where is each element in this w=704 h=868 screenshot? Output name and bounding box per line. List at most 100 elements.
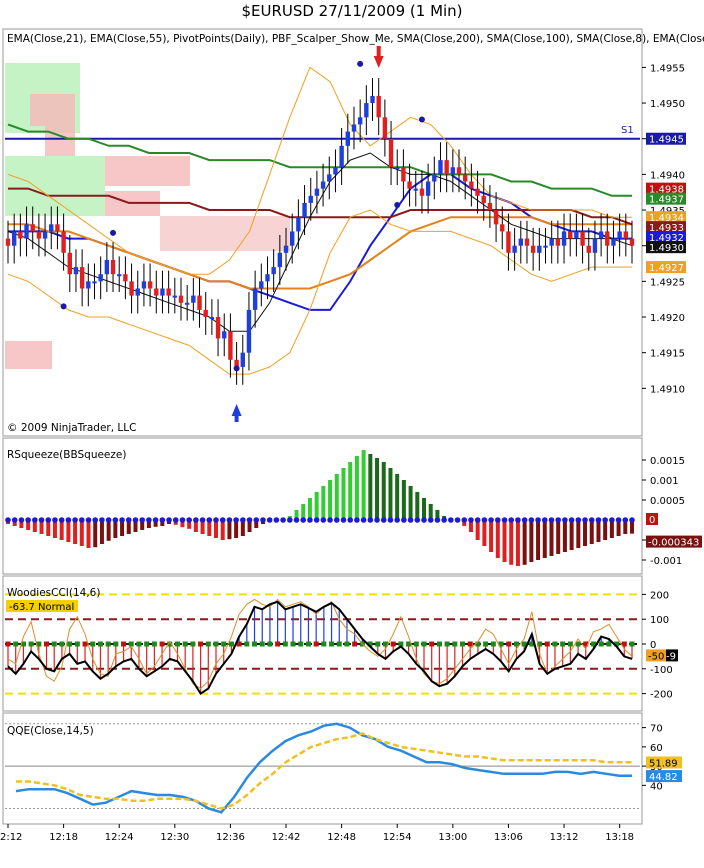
squeeze-dot: [52, 517, 58, 523]
squeeze-dot: [206, 517, 213, 523]
squeeze-ytick-label: 0.0005: [650, 496, 685, 507]
candle-body: [530, 245, 536, 253]
squeeze-dot: [199, 517, 206, 523]
candle-body: [67, 252, 72, 275]
squeeze-bar: [562, 520, 567, 552]
cci-zero-marker: [105, 641, 111, 647]
price-ytick-label: 1.4940: [650, 170, 685, 181]
cci-zero-marker: [44, 641, 50, 647]
squeeze-bar: [596, 520, 601, 542]
cci-zero-marker: [13, 641, 19, 647]
squeeze-dot: [159, 517, 166, 523]
squeeze-bar: [556, 520, 561, 554]
squeeze-dot: [401, 517, 407, 523]
candle-body: [351, 124, 357, 132]
cci-zero-marker: [221, 641, 227, 647]
candle-body: [364, 103, 369, 118]
squeeze-dot: [595, 517, 602, 523]
squeeze-bar: [375, 458, 380, 520]
qqe-title: QQE(Close,14,5): [7, 725, 94, 737]
candle-body: [191, 295, 196, 303]
candle-body: [543, 245, 548, 248]
candle-body: [246, 309, 252, 353]
squeeze-dot: [253, 517, 260, 523]
squeeze-dot: [38, 517, 45, 523]
squeeze-dot: [260, 517, 266, 523]
candle-body: [147, 281, 153, 289]
pivot-s1-label: S1: [621, 125, 634, 136]
cci-ytick-label: 100: [650, 615, 669, 626]
candle-body: [438, 160, 443, 175]
cci-zero-marker: [436, 641, 442, 647]
cci-zero-marker: [606, 641, 612, 647]
cci-zero-marker: [151, 641, 157, 647]
copyright-label: © 2009 NinjaTrader, LLC: [7, 422, 136, 434]
squeeze-bar: [354, 456, 359, 520]
candle-body: [49, 224, 54, 232]
squeeze-dot: [72, 517, 78, 523]
x-tick-label: 12:36: [216, 832, 245, 843]
candle-body: [252, 288, 258, 310]
qqe-ytick-label: 70: [650, 724, 663, 735]
pivot-dot-icon: [60, 303, 67, 310]
squeeze-bar: [495, 520, 500, 558]
cci-zero-marker: [444, 641, 450, 647]
squeeze-dot: [461, 517, 468, 523]
squeeze-bar: [66, 520, 71, 542]
cci-zero-marker: [344, 641, 350, 647]
candle-body: [450, 167, 456, 175]
squeeze-bar: [489, 520, 494, 552]
zone-rect-4: [105, 156, 190, 186]
candle-body: [184, 302, 190, 305]
pivot-dot-icon: [357, 60, 364, 67]
candle-body: [24, 224, 29, 239]
squeeze-bar: [589, 520, 594, 544]
candle-body: [580, 231, 585, 246]
squeeze-dot: [495, 517, 501, 523]
squeeze-dot: [273, 517, 280, 523]
squeeze-dot: [588, 517, 595, 523]
zone-rect-6: [160, 216, 290, 251]
candle-body: [419, 188, 425, 196]
candle-body: [222, 331, 227, 339]
candle-body: [493, 210, 499, 225]
squeeze-dot: [5, 517, 11, 523]
candle-body: [345, 131, 351, 146]
cci-ytick-label: -100: [650, 665, 673, 676]
squeeze-bar: [509, 520, 514, 565]
candle-body: [518, 238, 523, 246]
x-tick-label: 12:24: [105, 832, 134, 843]
price-value-label: 1.4927: [649, 263, 684, 274]
candle-body: [271, 267, 276, 275]
cci-zero-marker: [128, 641, 134, 647]
candle-body: [42, 231, 48, 239]
cci-zero-marker: [190, 641, 196, 647]
candle-body: [240, 352, 245, 367]
pivot-dot-icon: [110, 229, 117, 236]
candle-body: [456, 167, 462, 175]
squeeze-bar: [408, 486, 413, 520]
squeeze-dot: [380, 517, 387, 523]
chart-canvas[interactable]: 1.49551.49501.49451.49401.49351.49301.49…: [0, 26, 704, 868]
squeeze-dot: [320, 517, 327, 523]
candle-body: [117, 274, 122, 277]
cci-zero-marker: [228, 641, 234, 647]
candle-body: [469, 181, 474, 189]
candle-body: [160, 288, 165, 296]
cci-zero-marker: [51, 641, 57, 647]
squeeze-dot: [307, 517, 313, 523]
cci-zero-marker: [90, 641, 96, 647]
squeeze-bar: [515, 520, 520, 566]
squeeze-bar: [603, 520, 608, 540]
squeeze-dot: [454, 517, 461, 523]
squeeze-dot: [125, 517, 132, 523]
cci-zero-marker: [259, 641, 265, 647]
cci-zero-marker: [113, 641, 119, 647]
candle-body: [327, 174, 332, 182]
candle-body: [123, 274, 128, 282]
squeeze-bar: [220, 520, 225, 540]
squeeze-dot: [327, 517, 333, 523]
squeeze-dot: [266, 517, 273, 523]
candle-body: [154, 288, 159, 296]
squeeze-dot: [427, 517, 434, 523]
